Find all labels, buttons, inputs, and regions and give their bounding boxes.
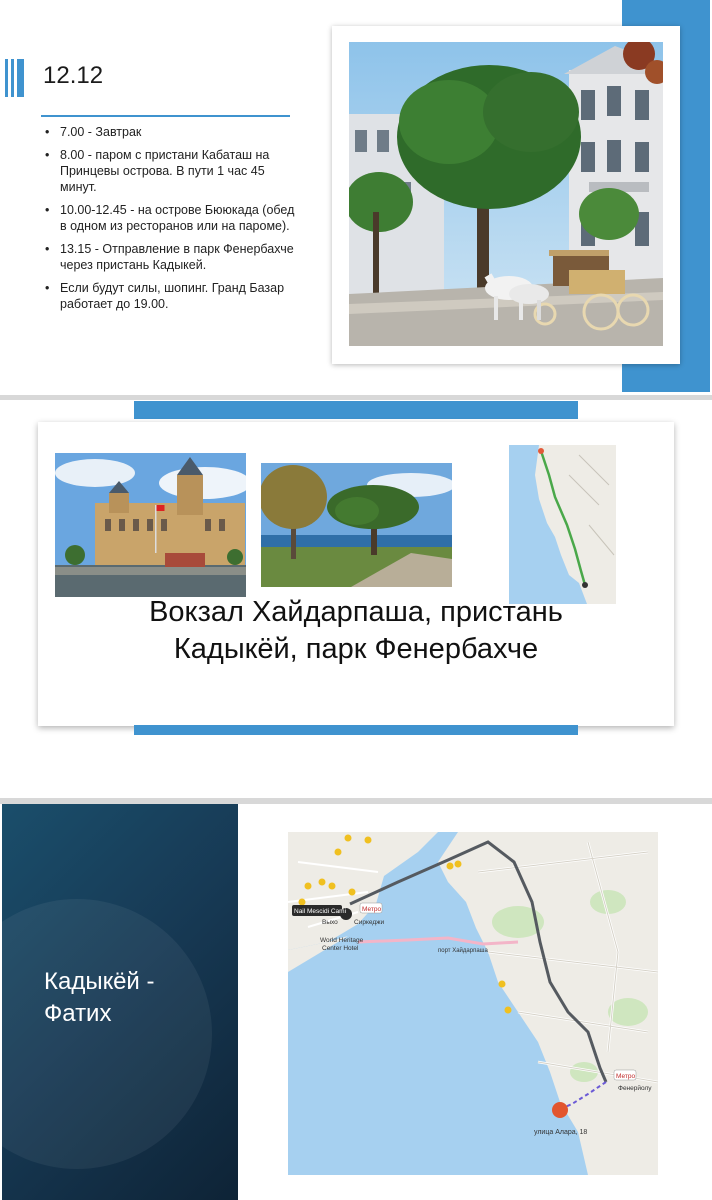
list-item: 10.00-12.45 - на острове Бююкада (обед в… xyxy=(44,202,304,234)
title-accent xyxy=(5,59,24,97)
title-line-1: Кадыкёй - xyxy=(44,968,155,995)
route-map-thumbnail xyxy=(509,445,616,604)
fenerbahce-label: Фенерйолу xyxy=(618,1084,652,1092)
fenerbahce-park-photo xyxy=(261,463,452,587)
title-line-2: Кадыкёй, парк Фенербахче xyxy=(173,633,539,665)
hotel-label: Nail Mescidi Cami xyxy=(294,908,346,915)
list-item: Если будут силы, шопинг. Гранд Базар раб… xyxy=(44,280,304,312)
slide-title: 12.12 xyxy=(43,62,104,89)
haydarpasa-label: порт Хайдарпаша xyxy=(438,947,488,954)
schedule-list: 7.00 - Завтрак 8.00 - паром с пристани К… xyxy=(44,124,304,319)
title-underline xyxy=(41,115,290,117)
vykhod-label: Выхо xyxy=(322,919,338,926)
list-item: 7.00 - Завтрак xyxy=(44,124,304,140)
slide-title: Кадыкёй - Фатих xyxy=(44,966,224,1030)
slide-3: Кадыкёй - Фатих Nail Mescidi Cami Метро … xyxy=(0,804,712,1200)
slide-2: Вокзал Хайдарпаша, пристань Кадыкёй, пар… xyxy=(0,400,712,798)
haydarpasa-station-photo xyxy=(55,453,246,597)
world-heritage-label-1: World Heritage xyxy=(320,937,364,944)
list-item: 13.15 - Отправление в парк Фенербахче че… xyxy=(44,241,304,273)
accent-bar-bottom xyxy=(134,725,578,735)
decorative-circle xyxy=(2,899,212,1169)
sirkeci-label: Сиркеджи xyxy=(354,919,384,926)
accent-bar-top xyxy=(134,401,578,419)
title-line-2: Фатих xyxy=(44,1000,112,1027)
metro-label-1: Метро xyxy=(362,906,381,913)
list-item: 8.00 - паром с пристани Кабаташ на Принц… xyxy=(44,147,304,195)
world-heritage-label-2: Center Hotel xyxy=(322,945,359,952)
title-line-1: Вокзал Хайдарпаша, пристань xyxy=(149,596,563,628)
metro-label-2: Метро xyxy=(616,1073,635,1080)
slide-title: Вокзал Хайдарпаша, пристань Кадыкёй, пар… xyxy=(40,594,672,668)
route-map: Nail Mescidi Cami Метро Выхо Сиркеджи Wo… xyxy=(288,832,658,1175)
slide-1: 12.12 7.00 - Завтрак 8.00 - паром с прис… xyxy=(0,0,712,395)
carriage-street-photo xyxy=(349,42,663,346)
destination-label: улица Алара, 18 xyxy=(534,1129,587,1136)
